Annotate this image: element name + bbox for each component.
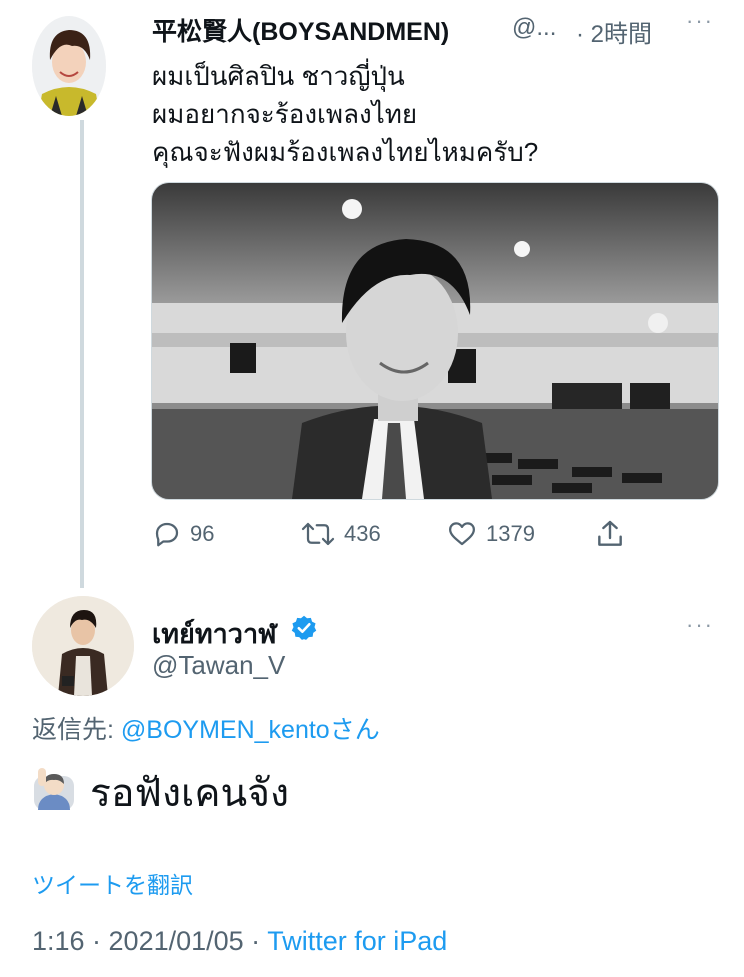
- translate-tweet-link[interactable]: ツイートを翻訳: [32, 866, 193, 900]
- tweet-image[interactable]: [151, 182, 719, 500]
- avatar-photo-icon: [32, 16, 106, 116]
- retweet-icon: [301, 522, 335, 546]
- tweet-text-line: คุณจะฟังผมร้องเพลงไทยไหมครับ?: [152, 137, 539, 167]
- retweet-button[interactable]: 436: [300, 518, 381, 550]
- thread-connector-line: [80, 120, 84, 588]
- tweet-time[interactable]: · 2時間: [576, 14, 652, 49]
- replying-to: 返信先: @BOYMEN_kentoさん: [32, 710, 380, 746]
- like-icon: [449, 522, 475, 546]
- share-icon: [598, 520, 622, 546]
- author-handle[interactable]: @...: [512, 14, 556, 42]
- reply-text: รอฟังเคนจัง: [90, 772, 289, 815]
- reply-author-handle[interactable]: @Tawan_V: [152, 650, 285, 681]
- tweet-text-line: ผมอยากจะร้องเพลงไทย: [152, 99, 418, 129]
- reply-icon: [155, 522, 179, 547]
- reply-count: 96: [190, 521, 215, 546]
- tweet-source-link[interactable]: Twitter for iPad: [267, 926, 447, 956]
- reply-author-name[interactable]: เทย์ทาวาฬ: [152, 612, 277, 655]
- more-icon[interactable]: ···: [686, 612, 714, 638]
- photo-man-in-suit-image: [152, 183, 718, 499]
- replying-to-label: 返信先:: [32, 716, 121, 744]
- like-button[interactable]: 1379: [446, 518, 535, 550]
- author-name[interactable]: 平松賢人(BOYSANDMEN): [152, 12, 449, 48]
- reply-author-avatar[interactable]: [32, 596, 134, 696]
- verified-badge-icon: [291, 615, 317, 640]
- more-icon[interactable]: ···: [686, 8, 714, 34]
- avatar-photo-icon: [32, 596, 134, 696]
- retweet-count: 436: [344, 521, 381, 546]
- like-count: 1379: [486, 521, 535, 546]
- author-avatar[interactable]: [32, 16, 106, 116]
- share-button[interactable]: [594, 518, 626, 550]
- reply-button[interactable]: 96: [152, 518, 214, 550]
- replying-to-handle-link[interactable]: @BOYMEN_kentoさん: [121, 716, 380, 744]
- tweet-text-line: ผมเป็นศิลปิน ชาวญี่ปุ่น: [152, 61, 405, 91]
- tweet-timestamp[interactable]: 1:16 · 2021/01/05 ·: [32, 926, 267, 956]
- raising-hand-emoji-icon: [34, 768, 74, 810]
- tweet-meta: 1:16 · 2021/01/05 · Twitter for iPad: [32, 926, 447, 957]
